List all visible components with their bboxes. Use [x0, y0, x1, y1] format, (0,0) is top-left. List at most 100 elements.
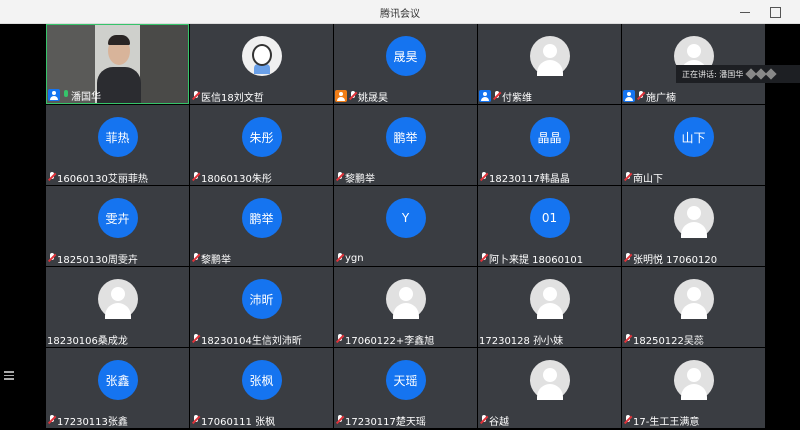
name-bar: 医信18刘文哲 — [190, 88, 333, 104]
name-bar: ygn — [334, 250, 477, 266]
name-bar: 潘国华 — [47, 87, 188, 103]
host-icon — [623, 90, 635, 102]
avatar-initials: 张枫 — [241, 360, 282, 400]
participant-tile[interactable]: 17230128 孙小妹 — [478, 267, 621, 347]
window-title: 腾讯会议 — [380, 9, 420, 20]
participant-name: 张明悦 17060120 — [633, 254, 718, 266]
avatar-initials: 朱彤 — [241, 117, 282, 157]
participant-tile[interactable]: 潘国华 — [46, 24, 189, 104]
participant-grid: 潘国华 医信18刘文哲 晟昊 姚晟昊 付紫维 施广楠菲热 16060130艾丽菲热 朱彤 180… — [46, 24, 768, 430]
name-bar: 17230117楚天瑶 — [334, 412, 477, 428]
name-bar: 18230106桑成龙 — [46, 331, 189, 347]
name-bar: 18230104生信刘沛昕 — [190, 331, 333, 347]
mic-muted-icon — [623, 414, 632, 426]
minimize-icon[interactable] — [737, 4, 753, 20]
participant-tile[interactable]: 施广楠 — [622, 24, 765, 104]
participant-tile[interactable]: 天瑶 17230117楚天瑶 — [334, 348, 477, 428]
avatar-initials: 晶晶 — [529, 117, 570, 157]
name-bar: 18250130周雯卉 — [46, 250, 189, 266]
host-icon — [48, 89, 60, 101]
default-avatar-icon — [529, 360, 570, 400]
participant-tile[interactable]: 张枫 17060111 张枫 — [190, 348, 333, 428]
avatar-initials: 鹏举 — [241, 198, 282, 238]
participant-name: 18250130周雯卉 — [57, 254, 138, 266]
mic-muted-icon — [335, 171, 344, 183]
participant-tile[interactable]: 张明悦 17060120 — [622, 186, 765, 266]
menu-icon[interactable] — [4, 369, 16, 381]
participant-name: 17230128 孙小妹 — [479, 335, 564, 347]
name-bar: 17230113张鑫 — [46, 412, 189, 428]
participant-tile[interactable]: 谷越 — [478, 348, 621, 428]
maximize-icon[interactable] — [767, 4, 783, 20]
name-bar: 南山下 — [622, 169, 765, 185]
participant-tile[interactable]: 张鑫 17230113张鑫 — [46, 348, 189, 428]
participant-tile[interactable]: 17060122+李鑫旭 — [334, 267, 477, 347]
default-avatar-icon — [529, 279, 570, 319]
mic-muted-icon — [191, 90, 200, 102]
name-bar: 17060122+李鑫旭 — [334, 331, 477, 347]
mic-muted-icon — [492, 90, 501, 102]
participant-tile[interactable]: 鹏举 黎鹏举 — [190, 186, 333, 266]
mic-muted-icon — [623, 333, 632, 345]
avatar-initials: 天瑶 — [385, 360, 426, 400]
speaking-indicator: 正在讲话: 潘国华 — [676, 65, 800, 83]
mic-muted-icon — [191, 171, 200, 183]
name-bar: 黎鹏举 — [334, 169, 477, 185]
participant-name: 黎鹏举 — [345, 173, 375, 185]
name-bar: 阿卜来提 18060101 — [478, 250, 621, 266]
participant-name: 18060130朱彤 — [201, 173, 272, 185]
participant-tile[interactable]: 医信18刘文哲 — [190, 24, 333, 104]
participant-tile[interactable]: 付紫维 — [478, 24, 621, 104]
title-bar: 腾讯会议 — [0, 0, 800, 24]
name-bar: 谷越 — [478, 412, 621, 428]
participant-tile[interactable]: 18230106桑成龙 — [46, 267, 189, 347]
mic-muted-icon — [479, 252, 488, 264]
name-bar: 付紫维 — [478, 88, 621, 104]
name-bar: 17-生工王满意 — [622, 412, 765, 428]
participant-tile[interactable]: 17-生工王满意 — [622, 348, 765, 428]
mic-muted-icon — [348, 90, 357, 102]
participant-name: 施广楠 — [646, 92, 676, 104]
mic-muted-icon — [191, 333, 200, 345]
host-icon — [479, 90, 491, 102]
avatar-initials: 菲热 — [97, 117, 138, 157]
participant-tile[interactable]: 鹏举黎鹏举 — [334, 105, 477, 185]
participant-name: 南山下 — [633, 173, 663, 185]
participant-tile[interactable]: 18250122吴蕊 — [622, 267, 765, 347]
participant-name: 18230104生信刘沛昕 — [201, 335, 302, 347]
mic-muted-icon — [47, 414, 56, 426]
mic-muted-icon — [191, 252, 200, 264]
mic-icon — [61, 89, 70, 101]
participant-tile[interactable]: Yygn — [334, 186, 477, 266]
participant-tile[interactable]: 山下 南山下 — [622, 105, 765, 185]
name-bar: 18250122吴蕊 — [622, 331, 765, 347]
mic-muted-icon — [191, 414, 200, 426]
participant-tile[interactable]: 01 阿卜来提 18060101 — [478, 186, 621, 266]
participant-name: 潘国华 — [71, 91, 101, 103]
avatar-initials: 张鑫 — [97, 360, 138, 400]
avatar-initials: Y — [385, 198, 426, 238]
participant-name: 姚晟昊 — [358, 92, 388, 104]
speaking-label: 正在讲话: 潘国华 — [682, 69, 744, 79]
name-bar: 姚晟昊 — [334, 88, 477, 104]
name-bar: 16060130艾丽菲热 — [46, 169, 189, 185]
avatar-initials: 鹏举 — [385, 117, 426, 157]
participant-tile[interactable]: 沛昕 18230104生信刘沛昕 — [190, 267, 333, 347]
name-bar: 17230128 孙小妹 — [478, 331, 621, 347]
participant-tile[interactable]: 菲热 16060130艾丽菲热 — [46, 105, 189, 185]
default-avatar-icon — [529, 36, 570, 76]
mic-muted-icon — [623, 171, 632, 183]
participant-tile[interactable]: 晟昊 姚晟昊 — [334, 24, 477, 104]
name-bar: 17060111 张枫 — [190, 412, 333, 428]
participant-tile[interactable]: 朱彤 18060130朱彤 — [190, 105, 333, 185]
participant-tile[interactable]: 晶晶 18230117韩晶晶 — [478, 105, 621, 185]
participant-name: 阿卜来提 18060101 — [489, 254, 584, 266]
meeting-stage: 潘国华 医信18刘文哲 晟昊 姚晟昊 付紫维 施广楠菲热 16060130艾丽菲热 朱彤 180… — [0, 24, 800, 430]
name-bar: 黎鹏举 — [190, 250, 333, 266]
avatar-initials: 雯卉 — [97, 198, 138, 238]
name-bar: 张明悦 17060120 — [622, 250, 765, 266]
mic-muted-icon — [479, 171, 488, 183]
mic-muted-icon — [335, 414, 344, 426]
participant-tile[interactable]: 雯卉 18250130周雯卉 — [46, 186, 189, 266]
participant-name: 18230106桑成龙 — [47, 335, 128, 347]
